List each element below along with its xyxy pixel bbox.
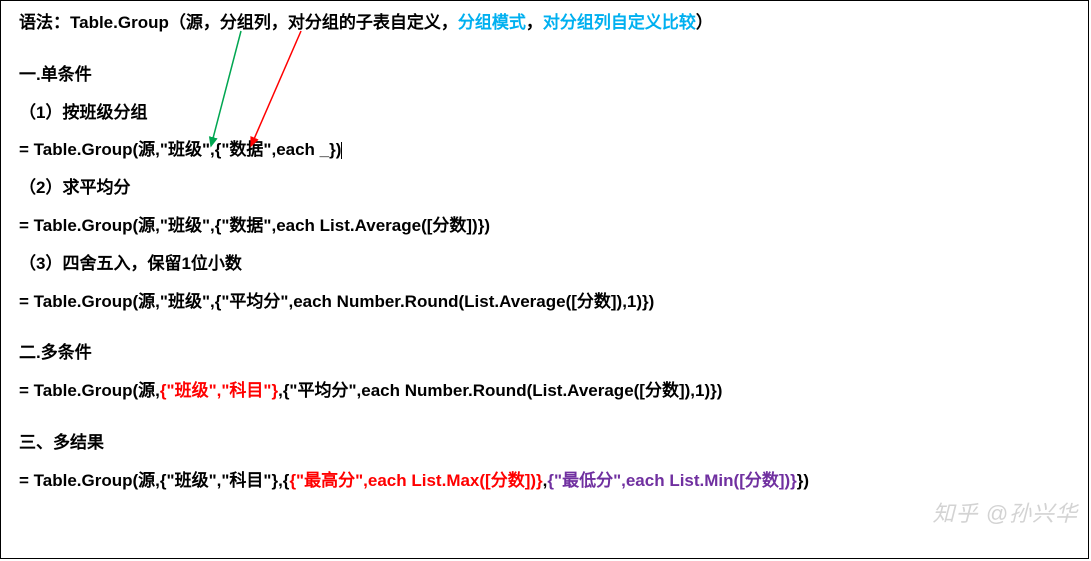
section1-item1-code: = Table.Group(源,"班级",{"数据",each _}): [19, 138, 1070, 162]
sep: ，: [271, 13, 288, 32]
syntax-arg2: 分组列: [220, 13, 271, 32]
section3-title: 三、多结果: [19, 431, 1070, 455]
section1-item3-label: （3）四舍五入，保留1位小数: [19, 252, 1070, 276]
syntax-suffix: ）: [696, 13, 713, 32]
code-text: = Table.Group(源,{"班级","科目"},{: [19, 471, 289, 490]
sep: ，: [526, 13, 543, 32]
section1-item2-code: = Table.Group(源,"班级",{"数据",each List.Ave…: [19, 214, 1070, 238]
code-text: }): [797, 471, 809, 490]
syntax-prefix: 语法：Table.Group（源，: [19, 13, 220, 32]
section1-title: 一.单条件: [19, 63, 1070, 87]
syntax-arg4: 分组模式: [458, 13, 526, 32]
section2-title: 二.多条件: [19, 341, 1070, 365]
section2-code: = Table.Group(源,{"班级","科目"},{"平均分",each …: [19, 379, 1070, 403]
section1-item2-label: （2）求平均分: [19, 176, 1070, 200]
section3-code: = Table.Group(源,{"班级","科目"},{{"最高分",each…: [19, 469, 1070, 493]
section1-item1-label: （1）按班级分组: [19, 101, 1070, 125]
syntax-arg5: 对分组列自定义比较: [543, 13, 696, 32]
syntax-line: 语法：Table.Group（源，分组列，对分组的子表自定义，分组模式，对分组列…: [19, 11, 1070, 35]
code-text-highlight: {"班级","科目"}: [160, 381, 278, 400]
code-text-highlight-purple: {"最低分",each List.Min([分数])}: [547, 471, 796, 490]
text-cursor-icon: [341, 142, 342, 159]
section1-item3-code: = Table.Group(源,"班级",{"平均分",each Number.…: [19, 290, 1070, 314]
code-text: = Table.Group(源,"班级",{"数据",each _}): [19, 140, 341, 159]
syntax-arg3: 对分组的子表自定义: [288, 13, 441, 32]
code-text: = Table.Group(源,: [19, 381, 160, 400]
watermark: 知乎 @孙兴华: [933, 496, 1078, 528]
code-text-highlight-red: {"最高分",each List.Max([分数])}: [289, 471, 542, 490]
code-text: ,{"平均分",each Number.Round(List.Average([…: [278, 381, 722, 400]
document-page: 语法：Table.Group（源，分组列，对分组的子表自定义，分组模式，对分组列…: [0, 0, 1089, 559]
sep: ，: [441, 13, 458, 32]
